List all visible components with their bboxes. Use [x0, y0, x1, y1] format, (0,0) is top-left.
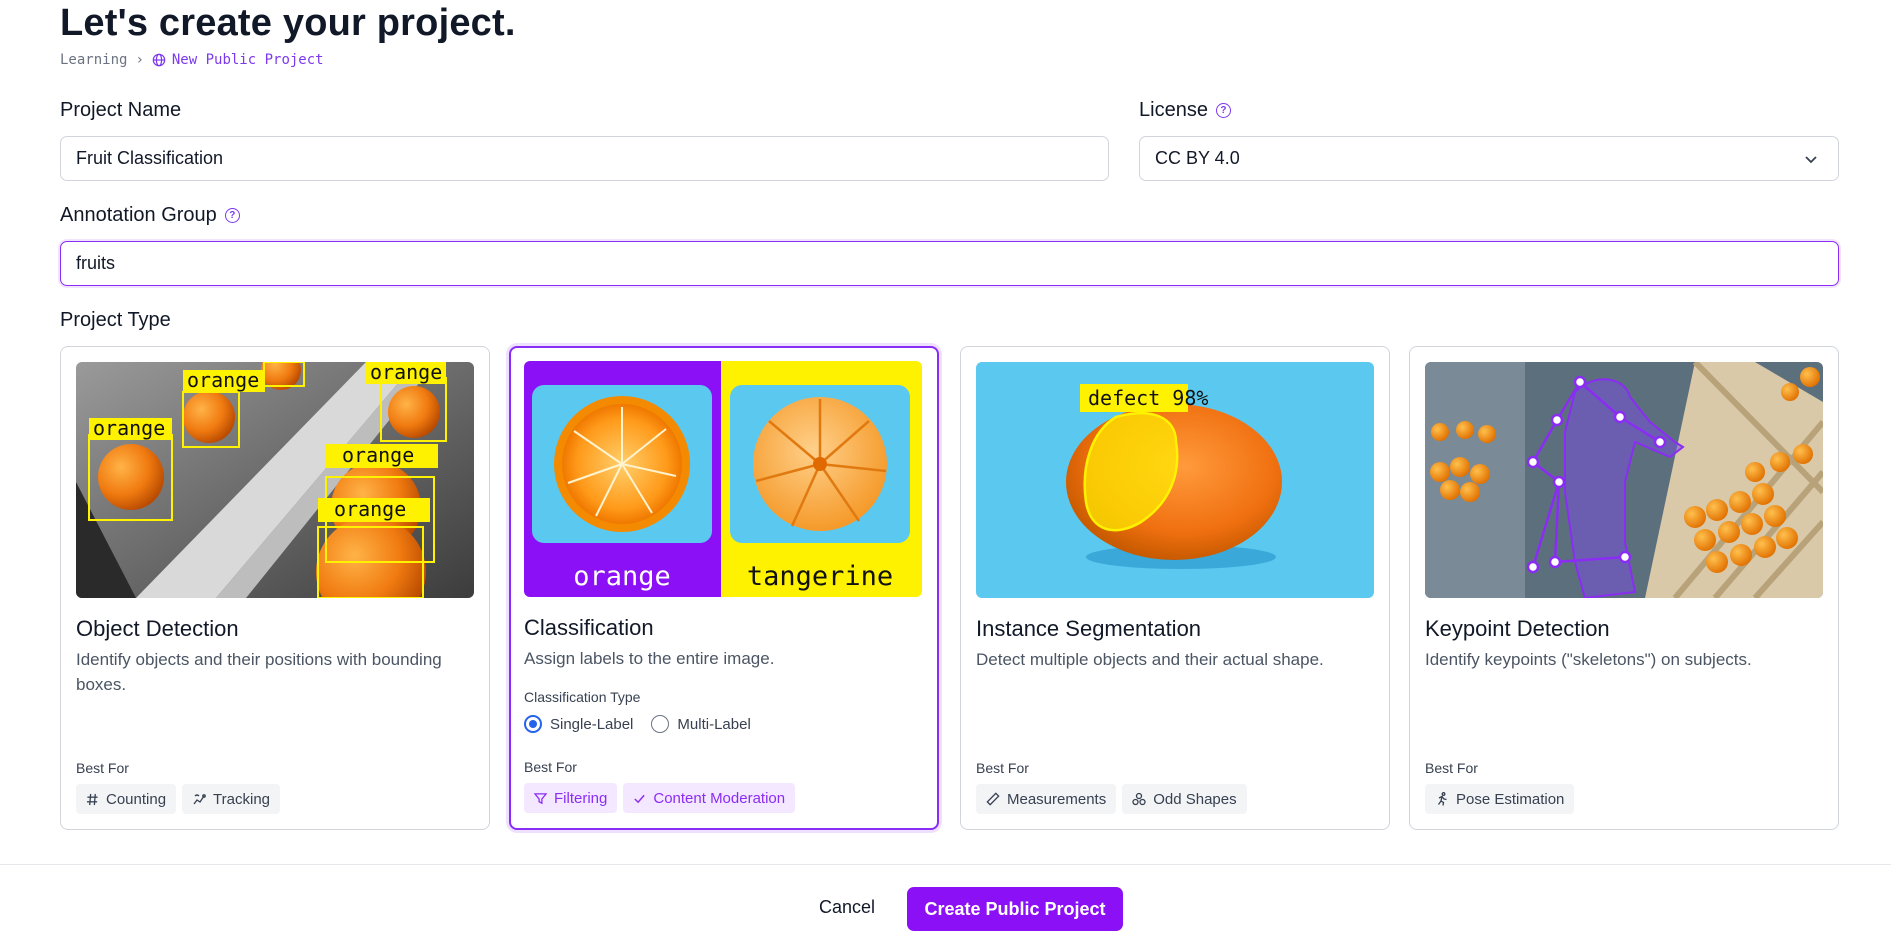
object-detection-image: orange orange orange orange orange: [76, 362, 474, 598]
cancel-button[interactable]: Cancel: [800, 887, 894, 927]
tag-odd-shapes: Odd Shapes: [1122, 784, 1247, 814]
page-title: Let's create your project.: [60, 2, 516, 44]
card-title: Object Detection: [76, 616, 239, 641]
shapes-icon: [1132, 792, 1146, 806]
tag-list: Pose Estimation: [1425, 784, 1575, 814]
tag-filtering: Filtering: [524, 783, 618, 813]
breadcrumb-current: New Public Project: [152, 52, 324, 68]
tag-counting: Counting: [76, 784, 177, 814]
ruler-icon: [986, 792, 1000, 806]
card-description: Identify objects and their positions wit…: [76, 650, 442, 694]
footer-bar: Cancel Create Public Project: [0, 864, 1891, 935]
tag-tracking: Tracking: [182, 784, 281, 814]
chevron-down-icon: [1805, 156, 1817, 164]
project-name-input[interactable]: Fruit Classification: [60, 136, 1109, 181]
hash-icon: [86, 793, 98, 805]
project-type-card-classification[interactable]: orange tangerine Classification Assign l…: [509, 346, 939, 830]
best-for-label: Best For: [1425, 760, 1478, 776]
breadcrumb: Learning › New Public Project: [60, 52, 324, 68]
tag-measurements: Measurements: [976, 784, 1117, 814]
best-for-label: Best For: [524, 759, 577, 775]
project-name-label: Project Name: [60, 99, 182, 121]
project-type-card-object-detection[interactable]: orange orange orange orange orange Objec…: [60, 346, 490, 830]
best-for-label: Best For: [76, 760, 129, 776]
help-icon[interactable]: ?: [1215, 103, 1231, 118]
create-public-project-button[interactable]: Create Public Project: [907, 887, 1123, 931]
help-icon[interactable]: ?: [224, 208, 240, 223]
tracking-icon: [193, 794, 206, 805]
classification-label: orange: [573, 561, 671, 592]
object-detection-label: orange: [93, 416, 165, 440]
chevron-right-icon: ›: [135, 52, 144, 68]
breadcrumb-parent[interactable]: Learning: [60, 52, 127, 68]
classification-type-label: Classification Type: [524, 689, 641, 705]
card-description: Assign labels to the entire image.: [524, 649, 775, 668]
check-icon: [634, 794, 646, 803]
annotation-group-label: Annotation Group ?: [60, 204, 240, 227]
card-title: Classification: [524, 615, 654, 640]
radio-unchecked-icon[interactable]: [651, 715, 670, 733]
globe-icon: [152, 53, 166, 67]
object-detection-label: orange: [187, 368, 259, 392]
instance-segmentation-image: defect 98%: [976, 362, 1374, 598]
project-type-label: Project Type: [60, 309, 171, 331]
tag-list: Counting Tracking: [76, 784, 281, 814]
annotation-group-input[interactable]: fruits: [60, 241, 1839, 286]
radio-checked-icon[interactable]: [524, 715, 542, 733]
card-description: Identify keypoints ("skeletons") on subj…: [1425, 650, 1752, 669]
filter-icon: [534, 792, 547, 804]
card-description: Detect multiple objects and their actual…: [976, 650, 1324, 669]
object-detection-label: orange: [334, 497, 406, 521]
object-detection-label: orange: [342, 443, 414, 467]
keypoint-detection-image: [1425, 362, 1823, 598]
best-for-label: Best For: [976, 760, 1029, 776]
breadcrumb-current-label: New Public Project: [171, 52, 324, 68]
segmentation-label: defect 98%: [1088, 386, 1208, 410]
single-label-radio[interactable]: Single-Label: [524, 715, 633, 733]
tag-content-moderation: Content Moderation: [623, 783, 796, 813]
tag-list: Measurements Odd Shapes: [976, 784, 1247, 814]
project-type-card-keypoint-detection[interactable]: Keypoint Detection Identify keypoints ("…: [1409, 346, 1839, 830]
card-title: Keypoint Detection: [1425, 616, 1610, 641]
project-type-card-instance-segmentation[interactable]: defect 98% Instance Segmentation Detect …: [960, 346, 1390, 830]
multi-label-radio[interactable]: Multi-Label: [651, 715, 751, 733]
card-title: Instance Segmentation: [976, 616, 1202, 641]
classification-image: orange tangerine: [524, 361, 922, 597]
running-person-icon: [1437, 792, 1447, 806]
license-select[interactable]: CC BY 4.0: [1139, 136, 1839, 181]
tag-pose-estimation: Pose Estimation: [1425, 784, 1575, 814]
classification-type-radios: Single-Label Multi-Label: [524, 715, 751, 733]
tag-list: Filtering Content Moderation: [524, 783, 796, 813]
license-label: License ?: [1139, 99, 1231, 122]
classification-label: tangerine: [747, 561, 893, 592]
object-detection-label: orange: [370, 362, 442, 384]
